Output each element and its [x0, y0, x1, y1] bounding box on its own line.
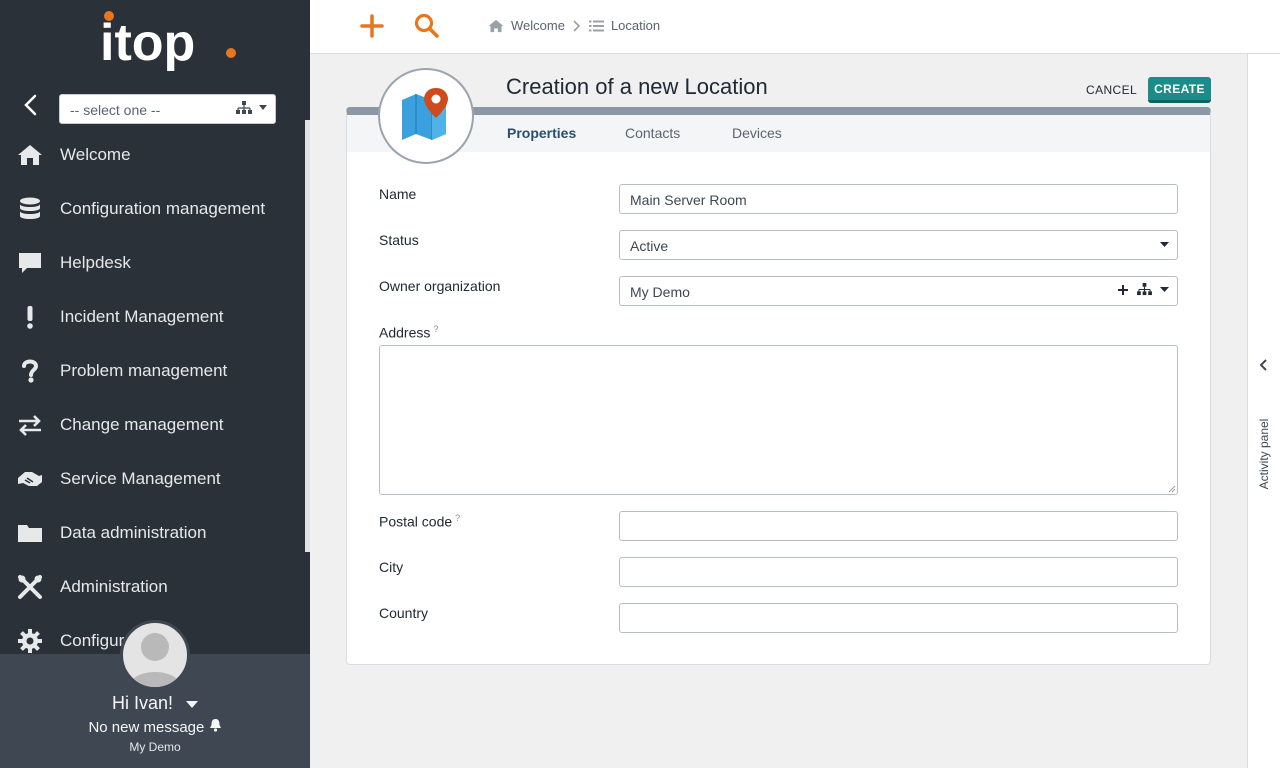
- exclamation-icon: [27, 306, 33, 329]
- chat-bubble-icon: [19, 253, 41, 273]
- resize-handle-icon[interactable]: [1168, 485, 1176, 493]
- chevron-left-icon[interactable]: [1258, 358, 1270, 372]
- organization-select[interactable]: -- select one --: [59, 94, 276, 124]
- activity-panel-label[interactable]: Activity panel: [1257, 419, 1271, 490]
- menu-item-configuration-management[interactable]: Configuration management: [0, 182, 310, 236]
- menu-item-problem-management[interactable]: Problem management: [0, 344, 310, 398]
- tab-contacts[interactable]: Contacts: [625, 125, 680, 141]
- name-label: Name: [379, 186, 417, 202]
- status-select-value: Active: [630, 238, 669, 254]
- handshake-icon: [18, 472, 42, 486]
- map-pin-icon: [402, 88, 448, 140]
- postal-code-label-text: Postal code: [379, 513, 453, 530]
- exchange-arrows-icon: [19, 415, 41, 436]
- menu-item-service-management[interactable]: Service Management: [0, 452, 310, 506]
- owner-organization-select[interactable]: My Demo: [619, 276, 1178, 306]
- address-label: Address?: [379, 324, 438, 341]
- menu-item-label: Administration: [60, 577, 168, 596]
- tools-icon: [18, 575, 42, 599]
- question-icon: [22, 359, 39, 383]
- tab-devices[interactable]: Devices: [732, 125, 782, 141]
- owner-organization-label: Owner organization: [379, 278, 501, 294]
- user-silhouette-icon: [129, 633, 181, 687]
- sidebar: itop -- select one -- Welcome Configurat…: [0, 0, 310, 768]
- breadcrumb-location[interactable]: Location: [588, 18, 661, 33]
- gear-icon: [18, 629, 42, 653]
- database-icon: [20, 197, 40, 219]
- menu-item-label: Welcome: [60, 145, 131, 164]
- search-icon[interactable]: [413, 12, 441, 40]
- new-object-plus-icon[interactable]: [358, 12, 386, 40]
- home-icon: [18, 145, 42, 165]
- cancel-button[interactable]: CANCEL: [1078, 80, 1145, 100]
- menu-item-data-administration[interactable]: Data administration: [0, 506, 310, 560]
- menu-item-label: Service Management: [60, 469, 221, 488]
- page-title: Creation of a new Location: [506, 74, 768, 99]
- breadcrumb: Welcome Location: [488, 18, 660, 33]
- city-label: City: [379, 559, 404, 575]
- menu-item-label: Change management: [60, 415, 224, 434]
- address-label-text: Address: [379, 324, 431, 341]
- breadcrumb-label: Location: [610, 18, 661, 33]
- breadcrumb-label: Welcome: [511, 18, 565, 33]
- status-select[interactable]: Active: [619, 230, 1178, 260]
- country-input[interactable]: [619, 603, 1178, 633]
- menu-item-label: Configur: [60, 631, 125, 650]
- help-icon[interactable]: ?: [433, 324, 438, 334]
- menu-item-helpdesk[interactable]: Helpdesk: [0, 236, 310, 290]
- caret-down-icon[interactable]: [1160, 286, 1169, 293]
- postal-code-label: Postal code?: [379, 513, 460, 530]
- breadcrumb-welcome[interactable]: Welcome: [488, 18, 565, 33]
- list-icon: [588, 20, 604, 31]
- itop-logo[interactable]: itop: [100, 8, 240, 80]
- menu-item-administration[interactable]: Administration: [0, 560, 310, 614]
- user-greeting-text: Hi Ivan!: [111, 693, 173, 713]
- activity-panel[interactable]: Activity panel: [1247, 54, 1280, 768]
- hierarchy-icon[interactable]: [236, 101, 252, 115]
- notifications-text: No new message: [88, 719, 205, 736]
- caret-down-icon[interactable]: [259, 105, 267, 111]
- chevron-right-icon: [573, 19, 581, 32]
- menu-item-label: Helpdesk: [60, 253, 131, 272]
- status-label: Status: [379, 232, 419, 248]
- caret-down-icon: [1160, 242, 1169, 247]
- top-bar: Welcome Location: [310, 0, 1280, 54]
- sidebar-scrollbar[interactable]: [305, 120, 310, 552]
- city-input[interactable]: [619, 557, 1178, 587]
- postal-code-input[interactable]: [619, 511, 1178, 541]
- user-organization: My Demo: [129, 740, 181, 754]
- home-icon: [488, 19, 504, 32]
- name-input-value: Main Server Room: [630, 192, 747, 208]
- notifications-line[interactable]: No new message: [0, 718, 310, 736]
- menu-item-label: Data administration: [60, 523, 207, 542]
- organization-select-value: -- select one --: [70, 102, 161, 118]
- menu-item-label: Problem management: [60, 361, 228, 380]
- menu-item-change-management[interactable]: Change management: [0, 398, 310, 452]
- add-plus-icon[interactable]: [1117, 284, 1129, 296]
- user-greeting[interactable]: Hi Ivan!: [0, 693, 310, 714]
- menu-item-welcome[interactable]: Welcome: [0, 128, 310, 182]
- tabs-bar: Properties Contacts Devices: [347, 115, 1210, 152]
- owner-organization-value: My Demo: [630, 284, 690, 300]
- country-label: Country: [379, 605, 429, 621]
- menu-item-label: Configuration management: [60, 199, 266, 218]
- folder-icon: [18, 525, 42, 542]
- name-input[interactable]: Main Server Room: [619, 184, 1178, 214]
- menu-item-incident-management[interactable]: Incident Management: [0, 290, 310, 344]
- location-object-icon: [378, 68, 474, 164]
- help-icon[interactable]: ?: [455, 513, 460, 523]
- bell-icon: [209, 719, 221, 732]
- main-menu: Welcome Configuration management Helpdes…: [0, 128, 310, 668]
- menu-item-label: Incident Management: [60, 307, 224, 326]
- tab-properties[interactable]: Properties: [507, 125, 576, 141]
- address-textarea[interactable]: [379, 345, 1178, 495]
- create-button[interactable]: CREATE: [1148, 77, 1211, 103]
- hierarchy-icon[interactable]: [1137, 283, 1152, 296]
- collapse-sidebar-icon[interactable]: [18, 92, 44, 118]
- caret-down-icon: [186, 701, 199, 708]
- avatar[interactable]: [120, 620, 190, 690]
- svg-text:itop: itop: [100, 14, 195, 72]
